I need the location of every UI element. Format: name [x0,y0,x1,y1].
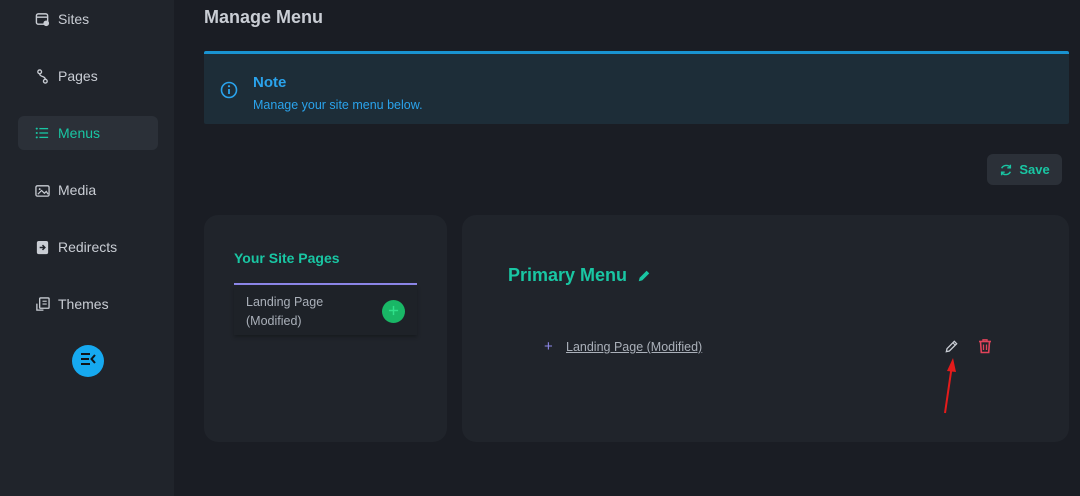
sidebar-item-menus[interactable]: Menus [18,116,158,150]
collapse-sidebar-icon [80,352,96,371]
save-button-label: Save [1019,162,1050,177]
sidebar-item-label: Sites [58,11,90,27]
sidebar-item-label: Redirects [58,239,118,255]
primary-menu-panel: Primary Menu + Landing Page (Modified) [462,215,1069,442]
add-to-menu-button[interactable] [382,300,405,323]
note-title: Note [253,74,287,91]
sidebar-item-media[interactable]: Media [18,173,158,207]
sidebar-item-redirects[interactable]: Redirects [18,230,158,264]
pages-icon [34,68,50,84]
note-text: Manage your site menu below. [253,98,423,112]
site-pages-panel: Your Site Pages Landing Page (Modified) [204,215,447,442]
menu-item-prefix[interactable]: + [544,338,553,355]
plus-icon [388,303,399,321]
sidebar-item-themes[interactable]: Themes [18,287,158,321]
sidebar-item-label: Media [58,182,97,198]
sidebar-item-label: Themes [58,296,109,312]
menu-item-link[interactable]: Landing Page (Modified) [566,340,702,354]
menu-title-text: Primary Menu [508,265,628,285]
media-icon [34,182,50,198]
sites-icon [34,11,50,27]
sidebar-item-label: Menus [58,125,101,141]
pencil-icon[interactable] [637,269,651,283]
sidebar-item-pages[interactable]: Pages [18,59,158,93]
main-content: Manage Menu Note Manage your site menu b… [174,0,1080,496]
redirects-icon [34,239,50,255]
site-page-label: Landing Page (Modified) [246,295,324,328]
save-button[interactable]: Save [987,154,1062,185]
info-icon [220,81,238,104]
page-title: Manage Menu [204,7,324,27]
sidebar-item-sites[interactable]: Sites [18,2,158,36]
refresh-icon [999,163,1013,177]
themes-icon [34,296,50,312]
annotation-arrow [944,358,956,414]
menus-icon [34,125,50,141]
divider [234,283,417,285]
sidebar-item-label: Pages [58,68,98,84]
collapse-sidebar-button[interactable] [72,345,104,377]
site-page-item: Landing Page (Modified) [234,286,417,335]
note-banner: Note Manage your site menu below. [204,51,1069,124]
trash-icon[interactable] [977,338,993,359]
site-pages-title: Your Site Pages [234,250,340,266]
menu-title: Primary Menu [508,265,651,286]
sidebar: Sites Pages Menus Media Redirects Themes [0,0,174,496]
